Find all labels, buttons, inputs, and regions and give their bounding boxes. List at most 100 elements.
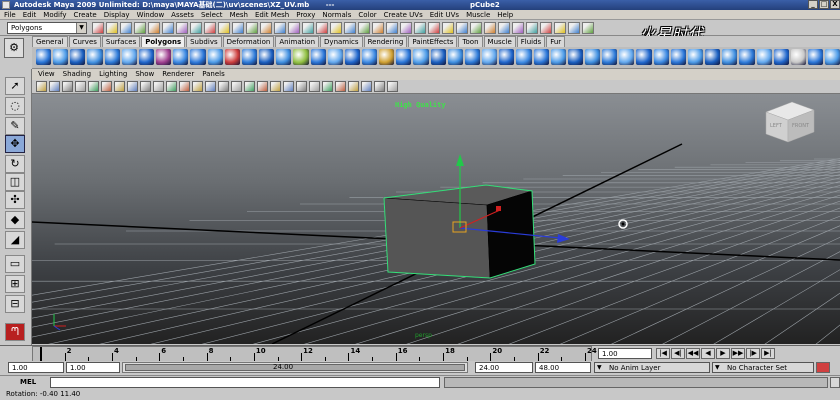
shelf-tab-muscle[interactable]: Muscle (483, 36, 516, 47)
script-editor-icon[interactable] (830, 377, 840, 388)
status-tool-icon[interactable] (582, 22, 594, 34)
universal-manip-icon[interactable]: ✣ (5, 191, 25, 209)
shelf-menu-icon[interactable]: ⚙ (4, 38, 24, 58)
status-tool-icon[interactable] (302, 22, 314, 34)
layout-pane-icon[interactable]: ⊟ (5, 295, 25, 313)
menu-set-selector[interactable]: Polygons ▼ (7, 22, 87, 34)
shelf-tool-icon[interactable] (482, 49, 498, 65)
soft-mod-icon[interactable]: ◆ (5, 211, 25, 229)
status-tool-icon[interactable] (554, 22, 566, 34)
panel-toolbar-icon[interactable] (322, 81, 333, 92)
maya-logo-icon[interactable]: ᘉ (5, 323, 25, 341)
menu-normals[interactable]: Normals (322, 11, 351, 19)
status-tool-icon[interactable] (344, 22, 356, 34)
shelf-tab-dynamics[interactable]: Dynamics (320, 36, 363, 47)
shelf-tool-icon[interactable] (516, 49, 532, 65)
shelf-tool-icon[interactable] (310, 49, 326, 65)
panel-toolbar-icon[interactable] (140, 81, 151, 92)
perspective-viewport[interactable]: LEFT FRONT High Quality persp (32, 94, 840, 344)
shelf-tab-rendering[interactable]: Rendering (363, 36, 408, 47)
menu-mesh[interactable]: Mesh (230, 11, 248, 19)
shelf-tab-animation[interactable]: Animation (275, 36, 320, 47)
panel-toolbar-icon[interactable] (75, 81, 86, 92)
shelf-tool-icon[interactable] (361, 49, 378, 65)
shelf-tool-icon[interactable] (259, 49, 275, 65)
shelf-tab-polygons[interactable]: Polygons (141, 36, 186, 47)
shelf-tool-icon[interactable] (739, 49, 755, 65)
status-tool-icon[interactable] (358, 22, 370, 34)
shelf-tab-painteffects[interactable]: PaintEffects (408, 36, 458, 47)
menu-modify[interactable]: Modify (43, 11, 66, 19)
shelf-tool-icon[interactable] (70, 49, 86, 65)
status-tool-icon[interactable] (456, 22, 468, 34)
manip-x-handle[interactable] (496, 206, 501, 211)
maya-app-icon[interactable] (2, 1, 10, 9)
status-tool-icon[interactable] (414, 22, 426, 34)
panel-toolbar-icon[interactable] (49, 81, 60, 92)
shelf-tool-icon[interactable] (87, 49, 103, 65)
maximize-button[interactable]: □ (819, 0, 829, 9)
panel-toolbar-icon[interactable] (270, 81, 281, 92)
panel-toolbar-icon[interactable] (231, 81, 242, 92)
view-cube[interactable]: LEFT FRONT (765, 101, 815, 143)
shelf-tool-icon[interactable] (207, 49, 223, 65)
panel-toolbar-icon[interactable] (296, 81, 307, 92)
panel-menu-panels[interactable]: Panels (202, 70, 225, 78)
playback-end-field[interactable]: 24.00 (475, 362, 533, 373)
scale-tool-icon[interactable]: ◫ (5, 173, 25, 191)
status-tool-icon[interactable] (428, 22, 440, 34)
command-language-label[interactable]: MEL (20, 377, 36, 388)
status-tool-icon[interactable] (540, 22, 552, 34)
shelf-tool-icon[interactable] (808, 49, 824, 65)
shelf-tool-icon[interactable] (773, 49, 789, 65)
select-tool-icon[interactable]: ➚ (5, 77, 25, 95)
shelf-tool-icon[interactable] (619, 49, 635, 65)
status-tool-icon[interactable] (246, 22, 258, 34)
menu-edit-uvs[interactable]: Edit UVs (430, 11, 459, 19)
menu-muscle[interactable]: Muscle (466, 11, 490, 19)
shelf-tool-icon[interactable] (379, 49, 395, 65)
anim-layer-dropdown[interactable]: ▼ No Anim Layer (594, 362, 710, 373)
shelf-tool-icon[interactable] (430, 49, 446, 65)
rotate-tool-icon[interactable]: ↻ (5, 155, 25, 173)
menu-edit[interactable]: Edit (23, 11, 37, 19)
shelf-tool-icon[interactable] (121, 49, 137, 65)
last-tool-icon[interactable]: ◢ (5, 231, 25, 249)
status-tool-icon[interactable] (106, 22, 118, 34)
panel-menu-renderer[interactable]: Renderer (162, 70, 194, 78)
panel-toolbar-icon[interactable] (179, 81, 190, 92)
panel-toolbar-icon[interactable] (309, 81, 320, 92)
status-tool-icon[interactable] (260, 22, 272, 34)
shelf-tab-surfaces[interactable]: Surfaces (101, 36, 141, 47)
status-tool-icon[interactable] (470, 22, 482, 34)
minimize-button[interactable]: _ (808, 0, 818, 9)
status-tool-icon[interactable] (274, 22, 286, 34)
playback-start-field[interactable]: 1.00 (66, 362, 120, 373)
menu-window[interactable]: Window (137, 11, 165, 19)
shelf-tab-general[interactable]: General (32, 36, 68, 47)
panel-toolbar-icon[interactable] (244, 81, 255, 92)
shelf-tool-icon[interactable] (156, 49, 172, 65)
menu-select[interactable]: Select (201, 11, 223, 19)
shelf-tool-icon[interactable] (413, 49, 429, 65)
status-tool-icon[interactable] (316, 22, 328, 34)
panel-toolbar-icon[interactable] (387, 81, 398, 92)
shelf-tool-icon[interactable] (36, 49, 52, 65)
shelf-tool-icon[interactable] (550, 49, 566, 65)
status-tool-icon[interactable] (568, 22, 580, 34)
status-tool-icon[interactable] (204, 22, 216, 34)
shelf-tab-subdivs[interactable]: Subdivs (186, 36, 222, 47)
shelf-tool-icon[interactable] (567, 49, 583, 65)
status-tool-icon[interactable] (484, 22, 496, 34)
shelf-tool-icon[interactable] (756, 49, 772, 65)
menu-assets[interactable]: Assets (171, 11, 194, 19)
range-slider[interactable]: 24.00 (122, 362, 468, 373)
shelf-tool-icon[interactable] (241, 49, 258, 65)
shelf-tab-fluids[interactable]: Fluids (516, 36, 546, 47)
manip-z-arrow[interactable] (557, 234, 570, 243)
menu-help[interactable]: Help (497, 11, 513, 19)
shelf-tool-icon[interactable] (705, 49, 721, 65)
current-frame-field[interactable]: 1.00 (598, 348, 652, 359)
character-set-dropdown[interactable]: ▼ No Character Set (712, 362, 814, 373)
status-tool-icon[interactable] (386, 22, 398, 34)
